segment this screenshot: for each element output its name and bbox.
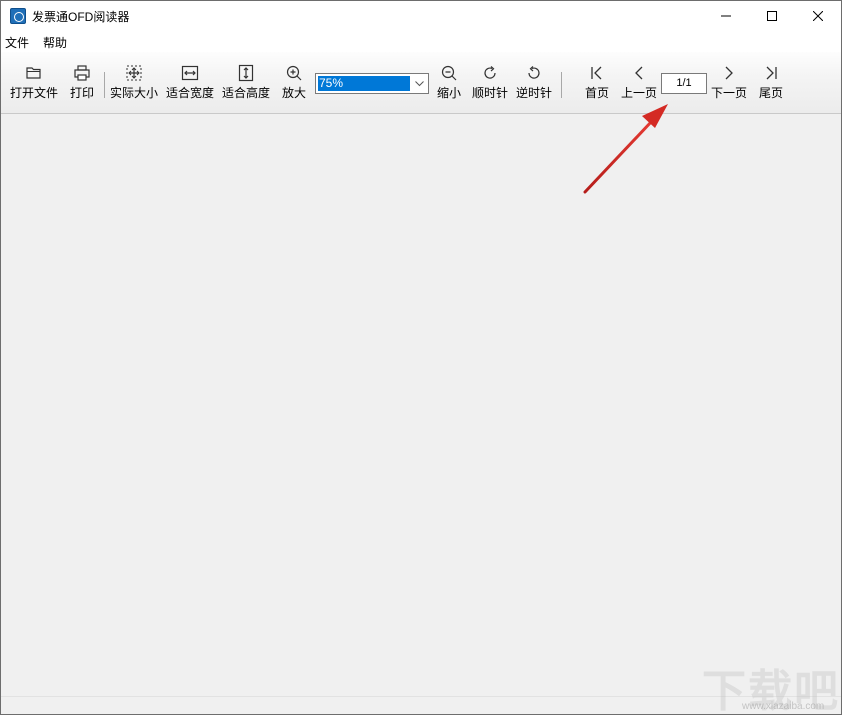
- menu-file[interactable]: 文件: [5, 34, 29, 51]
- first-page-button[interactable]: 首页: [582, 64, 612, 104]
- zoom-out-button[interactable]: 缩小: [434, 64, 464, 104]
- app-window: 发票通OFD阅读器 文件 帮助 打开文件 打印 实际大小 适合宽度 适合高度 放…: [0, 0, 842, 715]
- next-page-label: 下一页: [710, 86, 747, 100]
- printer-icon: [74, 65, 90, 81]
- minimize-icon: [721, 15, 731, 17]
- rotate-clockwise-icon: [484, 66, 496, 79]
- rotate-counterclockwise-label: 逆时针: [515, 86, 552, 100]
- print-button[interactable]: 打印: [66, 64, 98, 104]
- fit-height-label: 适合高度: [221, 86, 270, 100]
- menu-bar: 文件 帮助: [1, 31, 841, 52]
- rotate-clockwise-button[interactable]: 顺时针: [471, 64, 509, 104]
- fit-width-icon: [181, 65, 199, 81]
- zoom-select-value: 75%: [318, 76, 410, 91]
- zoom-out-label: 缩小: [436, 86, 461, 100]
- rotate-clockwise-label: 顺时针: [471, 86, 508, 100]
- open-file-button[interactable]: 打开文件: [8, 64, 60, 104]
- first-page-label: 首页: [584, 86, 609, 100]
- app-logo-icon: [10, 8, 26, 24]
- toolbar-separator: [104, 72, 105, 98]
- open-file-label: 打开文件: [9, 86, 58, 100]
- window-title: 发票通OFD阅读器: [32, 10, 130, 24]
- maximize-icon: [767, 11, 777, 21]
- chevron-down-icon[interactable]: [411, 74, 428, 93]
- minimize-button[interactable]: [703, 1, 749, 31]
- menu-help[interactable]: 帮助: [43, 34, 67, 51]
- zoom-select[interactable]: 75%: [315, 73, 429, 94]
- zoom-in-label: 放大: [281, 86, 306, 100]
- fit-width-label: 适合宽度: [165, 86, 214, 100]
- maximize-button[interactable]: [749, 1, 795, 31]
- actual-size-icon: [126, 65, 142, 81]
- print-label: 打印: [69, 86, 94, 100]
- next-page-button[interactable]: 下一页: [710, 64, 748, 104]
- toolbar-separator: [561, 72, 562, 98]
- fit-height-icon: [238, 64, 254, 82]
- last-page-button[interactable]: 尾页: [756, 64, 786, 104]
- actual-size-label: 实际大小: [109, 86, 158, 100]
- first-page-icon: [591, 66, 602, 80]
- close-button[interactable]: [795, 1, 841, 31]
- document-view[interactable]: [1, 114, 841, 696]
- previous-page-button[interactable]: 上一页: [620, 64, 658, 104]
- rotate-counterclockwise-button[interactable]: 逆时针: [515, 64, 553, 104]
- rotate-counterclockwise-icon: [528, 66, 540, 79]
- fit-height-button[interactable]: 适合高度: [221, 64, 271, 104]
- page-indicator-input[interactable]: 1/1: [661, 73, 707, 94]
- fit-width-button[interactable]: 适合宽度: [165, 64, 215, 104]
- status-bar: [1, 696, 841, 714]
- close-icon: [813, 11, 823, 21]
- zoom-in-button[interactable]: 放大: [279, 64, 309, 104]
- chevron-right-icon: [725, 66, 733, 80]
- chevron-left-icon: [635, 66, 643, 80]
- last-page-label: 尾页: [758, 86, 783, 100]
- title-bar[interactable]: 发票通OFD阅读器: [1, 1, 841, 31]
- zoom-in-icon: [286, 65, 302, 81]
- last-page-icon: [766, 66, 777, 80]
- zoom-out-icon: [441, 65, 457, 81]
- toolbar: 打开文件 打印 实际大小 适合宽度 适合高度 放大 75% 缩小 顺时针 逆时针…: [1, 52, 841, 114]
- actual-size-button[interactable]: 实际大小: [109, 64, 159, 104]
- folder-open-icon: [26, 67, 41, 79]
- previous-page-label: 上一页: [620, 86, 657, 100]
